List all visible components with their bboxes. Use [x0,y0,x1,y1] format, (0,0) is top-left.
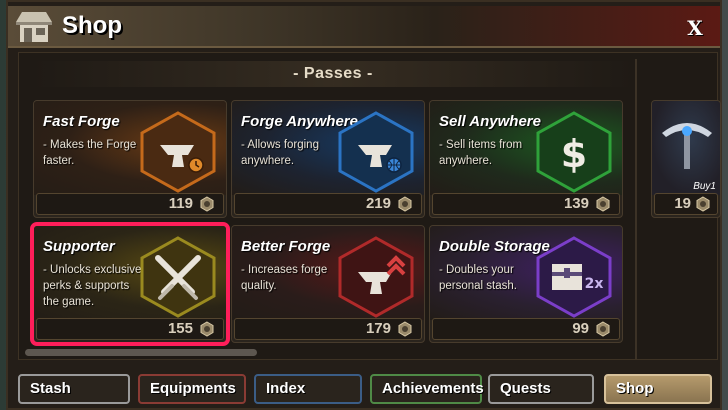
price-bar: 139 [432,193,620,215]
pass-card-forge-anywhere[interactable]: Forge Anywhere - Allows forging anywhere… [231,100,425,218]
card-description: - Makes the Forge faster. [43,139,137,167]
panel-divider [635,59,637,359]
tab-stash[interactable]: Stash [18,374,130,404]
card-description: - Sell items from anywhere. [439,139,523,167]
svg-text:2x: 2x [585,276,604,292]
card-description: - Allows forging anywhere. [241,139,319,167]
price-bar: 179 [234,318,422,340]
pass-card-supporter[interactable]: Supporter - Unlocks exclusive perks & su… [30,222,230,346]
crossed-swords-icon [140,236,216,318]
tab-equipments[interactable]: Equipments [138,374,246,404]
section-header: - Passes - [33,61,633,87]
tab-quests[interactable]: Quests [488,374,594,404]
card-description: - Increases forge quality. [241,264,328,292]
price-bar: 99 [432,318,620,340]
price-bar: 219 [234,193,422,215]
pass-card-sell-anywhere[interactable]: Sell Anywhere - Sell items from anywhere… [429,100,623,218]
price-bar: 155 [36,318,224,340]
anvil-globe-icon [338,111,414,193]
price-bar: 119 [36,193,224,215]
card-title: Sell Anywhere [439,113,541,130]
card-title: Better Forge [241,238,331,255]
coin-icon [696,196,710,212]
card-price: 119 [168,195,193,212]
offer-label: Buy1 [693,181,716,192]
card-price: 99 [572,320,589,337]
shop-icon [16,12,52,42]
card-title: Supporter [43,238,115,255]
pass-card-double-storage[interactable]: Double Storage - Doubles your personal s… [429,225,623,343]
shop-window: Shop X - Passes - Fast Forge - Makes the… [6,0,722,410]
tab-shop[interactable]: Shop [604,374,712,404]
coin-icon [596,321,610,337]
section-title: - Passes - [293,65,373,82]
bottom-tab-bar: Stash Equipments Index Achievements Ques… [18,374,718,406]
card-description: - Unlocks exclusive perks & supports the… [43,264,142,308]
window-title: Shop [62,12,122,39]
card-price: 139 [563,195,589,212]
offer-card-pickaxe[interactable]: Buy1 19 [651,100,721,218]
card-title: Fast Forge [43,113,120,130]
coin-icon [398,321,412,337]
dollar-icon: $ [536,111,612,193]
anvil-clock-icon [140,111,216,193]
coin-icon [398,196,412,212]
coin-icon [200,321,214,337]
horizontal-scrollbar[interactable] [25,349,257,356]
coin-icon [200,196,214,212]
svg-text:$: $ [561,132,587,176]
card-price: 155 [167,320,193,337]
passes-panel: - Passes - Fast Forge - Makes the Forge … [18,52,721,360]
anvil-up-icon [338,236,414,318]
tab-achievements[interactable]: Achievements [370,374,484,404]
pickaxe-icon [662,123,712,169]
close-button[interactable]: X [682,16,708,40]
card-price: 219 [365,195,391,212]
price-bar: 19 [654,193,718,215]
card-price: 179 [365,320,391,337]
pass-card-better-forge[interactable]: Better Forge - Increases forge quality. … [231,225,425,343]
chest-2x-icon: 2x [536,236,612,318]
pass-card-fast-forge[interactable]: Fast Forge - Makes the Forge faster. 119 [33,100,227,218]
card-description: - Doubles your personal stash. [439,264,517,292]
title-bar: Shop X [8,6,720,48]
offer-price: 19 [674,195,691,212]
tab-index[interactable]: Index [254,374,362,404]
coin-icon [596,196,610,212]
